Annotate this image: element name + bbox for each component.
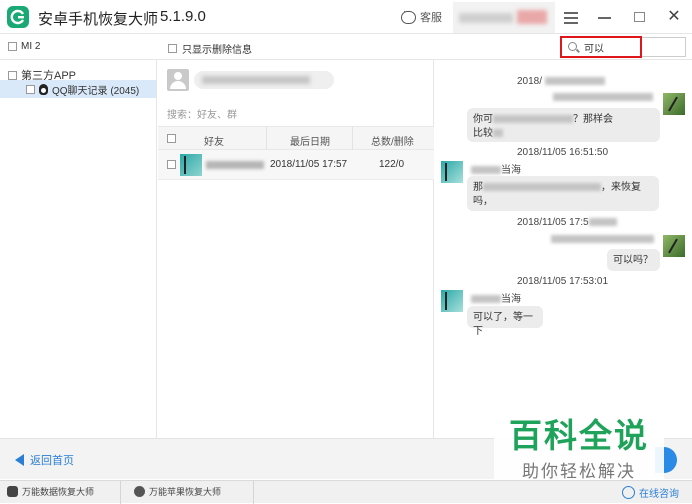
tree-root-checkbox[interactable] xyxy=(8,70,17,80)
footer-divider xyxy=(253,481,254,504)
tree-item-qq-chat[interactable]: QQ聊天记录 (2045) xyxy=(0,80,156,98)
deleted-only-option[interactable]: 只显示删除信息 xyxy=(168,41,252,56)
account-badge-redacted xyxy=(517,10,547,24)
message-timestamp: 2018/11/05 17:5 xyxy=(517,217,617,228)
sender-name: 当海 xyxy=(471,290,521,305)
message-bubble: 可以了，等一下 xyxy=(467,306,543,337)
online-consult-label: 在线咨询 xyxy=(639,489,679,500)
footer-link-apple-recovery[interactable]: 万能苹果恢复大师 xyxy=(134,485,221,498)
app-logo-icon xyxy=(7,6,29,28)
column-header-count[interactable]: 总数/删除 xyxy=(371,133,414,148)
app-version: 5.1.9.0 xyxy=(160,8,206,25)
watermark-subtitle: 助你轻松解决 xyxy=(522,462,636,482)
message-timestamp: 2018/11/05 16:51:50 xyxy=(517,147,609,158)
footer-bar: 万能数据恢复大师 万能苹果恢复大师 在线咨询 xyxy=(0,480,692,504)
contact-avatar xyxy=(180,154,202,176)
search-field-extension[interactable] xyxy=(642,37,686,57)
online-consult-button[interactable]: 在线咨询 xyxy=(622,485,679,500)
sender-name-redacted xyxy=(553,93,653,101)
message-timestamp: 2018/11/05 17:53:01 xyxy=(517,276,609,287)
title-bar: 安卓手机恢复大师 5.1.9.0 客服 ✕ xyxy=(0,0,692,34)
account-area[interactable] xyxy=(453,2,555,33)
back-arrow-icon xyxy=(15,454,24,466)
tree-child-checkbox[interactable] xyxy=(26,84,35,94)
search-box[interactable] xyxy=(560,36,642,58)
message-bubble: 可以吗？ xyxy=(607,249,660,271)
column-header-friend[interactable]: 好友 xyxy=(204,133,224,148)
chat-bubble-icon xyxy=(401,6,416,24)
contact-filter-input[interactable]: 搜索：好友、群 xyxy=(167,106,237,121)
support-button[interactable]: 客服 xyxy=(401,6,442,25)
app-title: 安卓手机恢复大师 xyxy=(38,11,159,28)
account-name-redacted xyxy=(202,76,310,84)
data-recovery-app-icon xyxy=(7,486,18,497)
sender-name-redacted xyxy=(551,235,654,243)
support-label: 客服 xyxy=(420,12,442,24)
contact-name-redacted xyxy=(206,161,264,169)
select-all-checkbox[interactable] xyxy=(167,134,176,143)
contact-avatar xyxy=(441,161,463,183)
menu-button[interactable] xyxy=(563,9,579,25)
user-avatar-icon xyxy=(167,69,189,91)
watermark: 百科全说 助你轻松解决 xyxy=(494,405,664,482)
row-checkbox[interactable] xyxy=(167,160,176,169)
deleted-only-label: 只显示删除信息 xyxy=(182,45,252,56)
footer-divider xyxy=(120,481,121,504)
table-row[interactable]: 2018/11/05 17:57 122/0 xyxy=(158,150,434,180)
column-header-last-date[interactable]: 最后日期 xyxy=(290,133,330,148)
search-input[interactable] xyxy=(584,40,640,54)
contacts-pane: 搜索：好友、群 好友 最后日期 总数/删除 2018/11/05 17:57 1… xyxy=(158,60,434,438)
device-name: MI 2 xyxy=(21,41,41,52)
contacts-table-header: 好友 最后日期 总数/删除 xyxy=(158,126,434,151)
back-home-button[interactable]: 返回首页 xyxy=(15,452,74,468)
device-checkbox[interactable] xyxy=(8,42,17,51)
person-icon xyxy=(622,486,635,499)
search-icon xyxy=(568,42,577,51)
deleted-only-checkbox[interactable] xyxy=(168,44,177,53)
column-divider xyxy=(266,127,267,151)
account-name-pill[interactable] xyxy=(194,71,334,89)
account-header xyxy=(158,60,434,100)
footer-item-label: 万能数据恢复大师 xyxy=(22,487,95,497)
qq-penguin-icon xyxy=(39,83,48,95)
footer-item-label: 万能苹果恢复大师 xyxy=(149,487,222,497)
apple-recovery-app-icon xyxy=(134,486,145,497)
sender-name: 当海 xyxy=(471,161,521,176)
message-bubble: 你可 ？那样会 比较 xyxy=(467,108,660,142)
minimize-button[interactable] xyxy=(597,9,613,25)
self-avatar xyxy=(663,235,685,257)
contact-avatar xyxy=(441,290,463,312)
chat-pane: 2018/ 你可 ？那样会 比较 2018/11/05 16:51:50 当海 那… xyxy=(435,60,692,438)
watermark-title: 百科全说 xyxy=(509,416,649,455)
self-avatar xyxy=(663,93,685,115)
close-button[interactable]: ✕ xyxy=(666,9,682,25)
category-tree: 第三方APP QQ聊天记录 (2045) xyxy=(0,60,157,438)
tree-child-label: QQ聊天记录 (2045) xyxy=(52,85,140,97)
device-selector[interactable]: MI 2 xyxy=(8,41,40,52)
back-home-label: 返回首页 xyxy=(30,455,74,467)
message-bubble: 那，来恢复 吗， xyxy=(467,176,659,211)
maximize-button[interactable] xyxy=(632,9,648,25)
account-name-redacted xyxy=(459,13,513,23)
message-timestamp: 2018/ xyxy=(517,76,605,87)
column-divider xyxy=(352,127,353,151)
footer-link-data-recovery[interactable]: 万能数据恢复大师 xyxy=(7,485,94,498)
last-date-cell: 2018/11/05 17:57 xyxy=(270,159,348,170)
count-cell: 122/0 xyxy=(379,159,405,170)
